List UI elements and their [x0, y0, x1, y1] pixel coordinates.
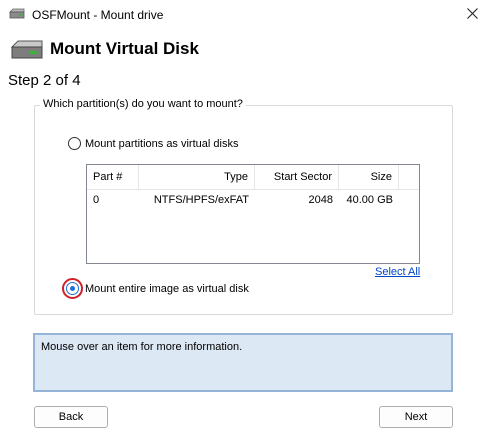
next-button[interactable]: Next	[379, 406, 453, 428]
cell-start-sector: 2048	[308, 194, 333, 206]
column-header-type[interactable]: Type	[139, 165, 255, 189]
cell-size: 40.00 GB	[346, 194, 393, 206]
mount-partitions-radio[interactable]	[68, 137, 81, 150]
cell-part: 0	[93, 194, 100, 206]
partition-list-header: Part # Type Start Sector Size	[87, 165, 419, 190]
partition-list[interactable]: Part # Type Start Sector Size 0 NTFS/HPF…	[86, 164, 420, 264]
info-text: Mouse over an item for more information.	[41, 341, 243, 353]
mount-partitions-label[interactable]: Mount partitions as virtual disks	[85, 138, 238, 150]
column-header-part[interactable]: Part #	[87, 165, 139, 189]
hard-disk-icon	[10, 40, 44, 63]
groupbox-legend: Which partition(s) do you want to mount?	[40, 98, 246, 110]
mount-entire-image-label[interactable]: Mount entire image as virtual disk	[85, 283, 249, 295]
title-bar: OSFMount - Mount drive	[0, 0, 487, 30]
mount-entire-image-radio[interactable]	[66, 282, 79, 295]
window-title: OSFMount - Mount drive	[32, 8, 164, 22]
step-indicator: Step 2 of 4	[8, 72, 81, 89]
back-button[interactable]: Back	[34, 406, 108, 428]
close-button[interactable]	[457, 0, 487, 30]
column-header-size[interactable]: Size	[339, 165, 399, 189]
info-panel: Mouse over an item for more information.	[33, 333, 453, 392]
column-header-start-sector[interactable]: Start Sector	[255, 165, 339, 189]
select-all-link[interactable]: Select All	[375, 266, 420, 278]
close-icon	[466, 8, 478, 22]
page-title: Mount Virtual Disk	[50, 39, 199, 58]
drive-icon	[9, 8, 25, 23]
cell-type: NTFS/HPFS/exFAT	[153, 194, 249, 206]
